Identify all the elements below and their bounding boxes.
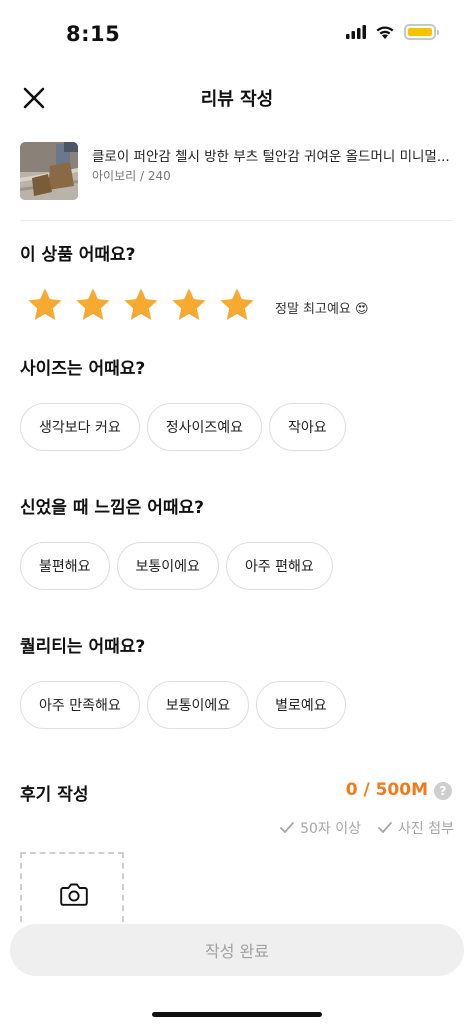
requirement-label: 50자 이상 [300, 821, 362, 837]
wifi-icon [376, 25, 394, 39]
product-summary: 클로이 퍼안감 첼시 방한 부츠 털안감 귀여운 올드머니 미니멀... 아이보… [20, 142, 454, 202]
size-option-chip[interactable]: 작아요 [269, 403, 346, 451]
star-icon[interactable] [122, 286, 160, 324]
rating-question: 이 상품 어때요? [20, 245, 136, 265]
quality-option-chip[interactable]: 아주 만족해요 [20, 681, 140, 729]
quality-options: 아주 만족해요 보통이에요 별로예요 [20, 681, 346, 729]
status-time: 8:15 [66, 22, 121, 46]
camera-icon [60, 883, 88, 906]
heart-eyes-emoji-icon: 😍 [355, 302, 369, 317]
battery-icon [404, 24, 439, 40]
star-icon[interactable] [26, 286, 64, 324]
comfort-option-chip[interactable]: 보통이에요 [116, 542, 219, 590]
rating-label: 정말 최고예요 [275, 302, 351, 317]
comfort-option-chip[interactable]: 불편해요 [20, 542, 110, 590]
page-title: 리뷰 작성 [200, 89, 274, 110]
requirement-min-length: 50자 이상 [279, 818, 361, 838]
rating-label-row: 정말 최고예요 😍 [275, 298, 369, 317]
character-counter: 0 / 500M [345, 780, 428, 800]
requirement-photo: 사진 첨부 [377, 818, 454, 838]
check-icon [280, 822, 295, 833]
comfort-question: 신었을 때 느낌은 어때요? [20, 498, 205, 518]
status-icons [346, 24, 439, 40]
help-icon[interactable]: ? [434, 782, 452, 800]
add-photo-button[interactable] [20, 852, 124, 922]
star-rating[interactable] [26, 286, 256, 324]
review-requirements: 50자 이상 사진 첨부 [279, 818, 454, 838]
product-thumbnail [20, 142, 78, 200]
quality-option-chip[interactable]: 보통이에요 [146, 681, 250, 729]
check-icon [378, 822, 392, 833]
star-icon[interactable] [170, 286, 208, 324]
quality-option-chip[interactable]: 별로예요 [256, 681, 346, 729]
status-bar: 8:15 [0, 0, 474, 70]
comfort-options: 불편해요 보통이에요 아주 편해요 [20, 542, 333, 590]
star-icon[interactable] [74, 286, 112, 324]
submit-button[interactable]: 작성 완료 [10, 924, 464, 976]
star-icon[interactable] [218, 286, 256, 324]
size-option-chip[interactable]: 생각보다 커요 [20, 403, 140, 451]
product-option: 아이보리 / 240 [92, 169, 171, 183]
review-title: 후기 작성 [20, 785, 89, 805]
comfort-option-chip[interactable]: 아주 편해요 [225, 542, 333, 590]
size-question: 사이즈는 어때요? [20, 359, 146, 379]
nav-bar: 리뷰 작성 [0, 72, 474, 124]
product-name: 클로이 퍼안감 첼시 방한 부츠 털안감 귀여운 올드머니 미니멀... [92, 149, 450, 165]
size-options: 생각보다 커요 정사이즈예요 작아요 [20, 403, 346, 451]
home-indicator [152, 1012, 322, 1017]
size-option-chip[interactable]: 정사이즈예요 [146, 403, 263, 451]
signal-icon [346, 25, 366, 39]
divider [20, 220, 454, 221]
requirement-label: 사진 첨부 [398, 821, 454, 837]
quality-question: 퀄리티는 어때요? [20, 637, 146, 657]
